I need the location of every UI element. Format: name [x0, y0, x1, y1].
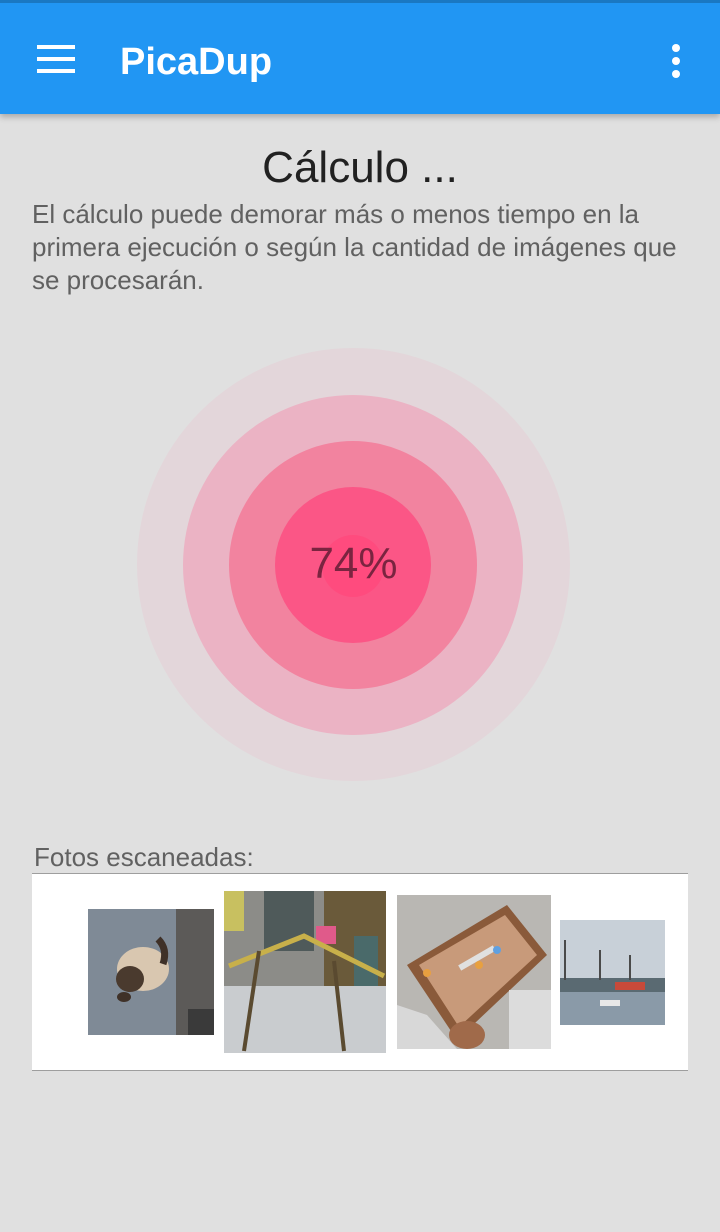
progress-percent: 74% — [309, 539, 398, 588]
photo-thumbnail-workshop[interactable] — [224, 891, 386, 1053]
photo-thumbnail-cat[interactable] — [88, 909, 214, 1035]
calculation-description: El cálculo puede demorar más o menos tie… — [32, 199, 677, 295]
more-vert-icon[interactable] — [652, 33, 700, 89]
progress-indicator: 74% — [137, 348, 570, 781]
hamburger-menu-icon[interactable] — [24, 29, 88, 89]
scanned-photos-gallery[interactable] — [32, 873, 688, 1071]
scanned-photos-label: Fotos escaneadas: — [34, 842, 254, 872]
photo-thumbnail-cake[interactable] — [397, 895, 551, 1049]
app-title: PicaDup — [120, 41, 273, 83]
photo-thumbnail-harbor[interactable] — [560, 920, 665, 1025]
app-bar: PicaDup — [0, 0, 720, 114]
calculation-title: Cálculo ... — [262, 143, 458, 192]
